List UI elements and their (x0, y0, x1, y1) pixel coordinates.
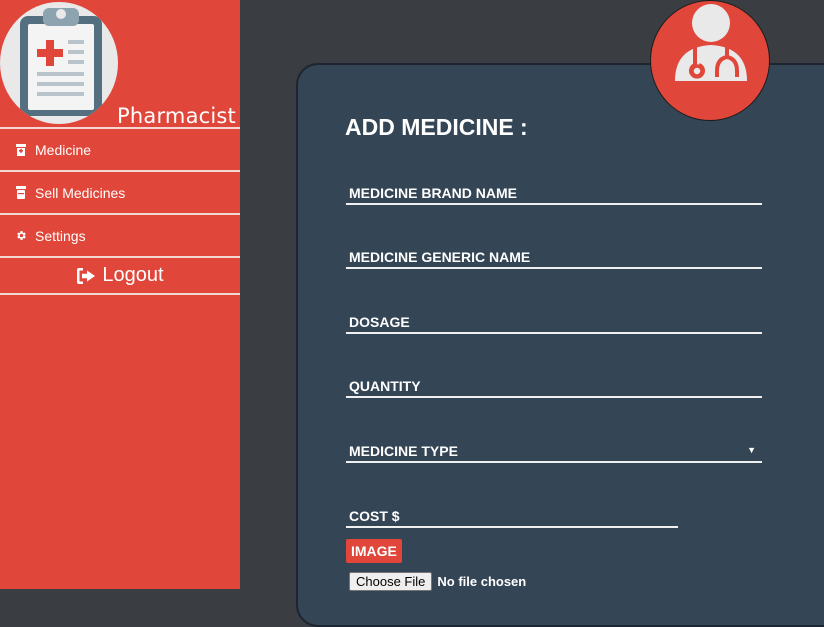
doctor-user-icon (675, 4, 747, 81)
dosage-input[interactable]: DOSAGE (346, 314, 762, 334)
sidebar-item-label: Sell Medicines (35, 184, 126, 201)
user-avatar[interactable] (650, 0, 770, 121)
sign-out-icon (76, 266, 96, 286)
file-upload: Choose File No file chosen (349, 572, 526, 591)
medicine-bottle-icon (15, 143, 27, 157)
generic-name-input[interactable]: MEDICINE GENERIC NAME (346, 249, 762, 269)
gear-icon (15, 229, 27, 243)
choose-file-button[interactable]: Choose File (349, 572, 433, 591)
file-status: No file chosen (437, 574, 527, 589)
sidebar-nav: Medicine Sell Medicines Settings Logout (0, 127, 240, 295)
image-label: IMAGE (346, 539, 402, 563)
logout-button[interactable]: Logout (0, 258, 240, 295)
form-title: ADD MEDICINE : (345, 114, 528, 140)
medicine-type-value: MEDICINE TYPE (349, 443, 458, 459)
clipboard-medical-icon (20, 8, 102, 116)
logout-label: Logout (102, 264, 164, 286)
brand-name-input[interactable]: MEDICINE BRAND NAME (346, 185, 762, 205)
sidebar-item-label: Medicine (35, 141, 92, 158)
sidebar-item-sell-medicines[interactable]: Sell Medicines (0, 172, 240, 215)
logo (0, 2, 118, 124)
role-label: Pharmacist (117, 104, 236, 128)
sidebar-item-label: Settings (35, 227, 86, 244)
sidebar: Pharmacist Medicine Sell Medicines Setti… (0, 0, 240, 589)
quantity-input[interactable]: QUANTITY (346, 378, 762, 398)
dropdown-caret-icon: ▼ (747, 445, 756, 455)
pill-jar-icon (15, 186, 27, 200)
sidebar-item-settings[interactable]: Settings (0, 215, 240, 258)
cost-input[interactable]: COST $ (346, 508, 678, 528)
sidebar-item-medicine[interactable]: Medicine (0, 129, 240, 172)
medicine-type-select[interactable]: MEDICINE TYPE ▼ (346, 443, 762, 463)
